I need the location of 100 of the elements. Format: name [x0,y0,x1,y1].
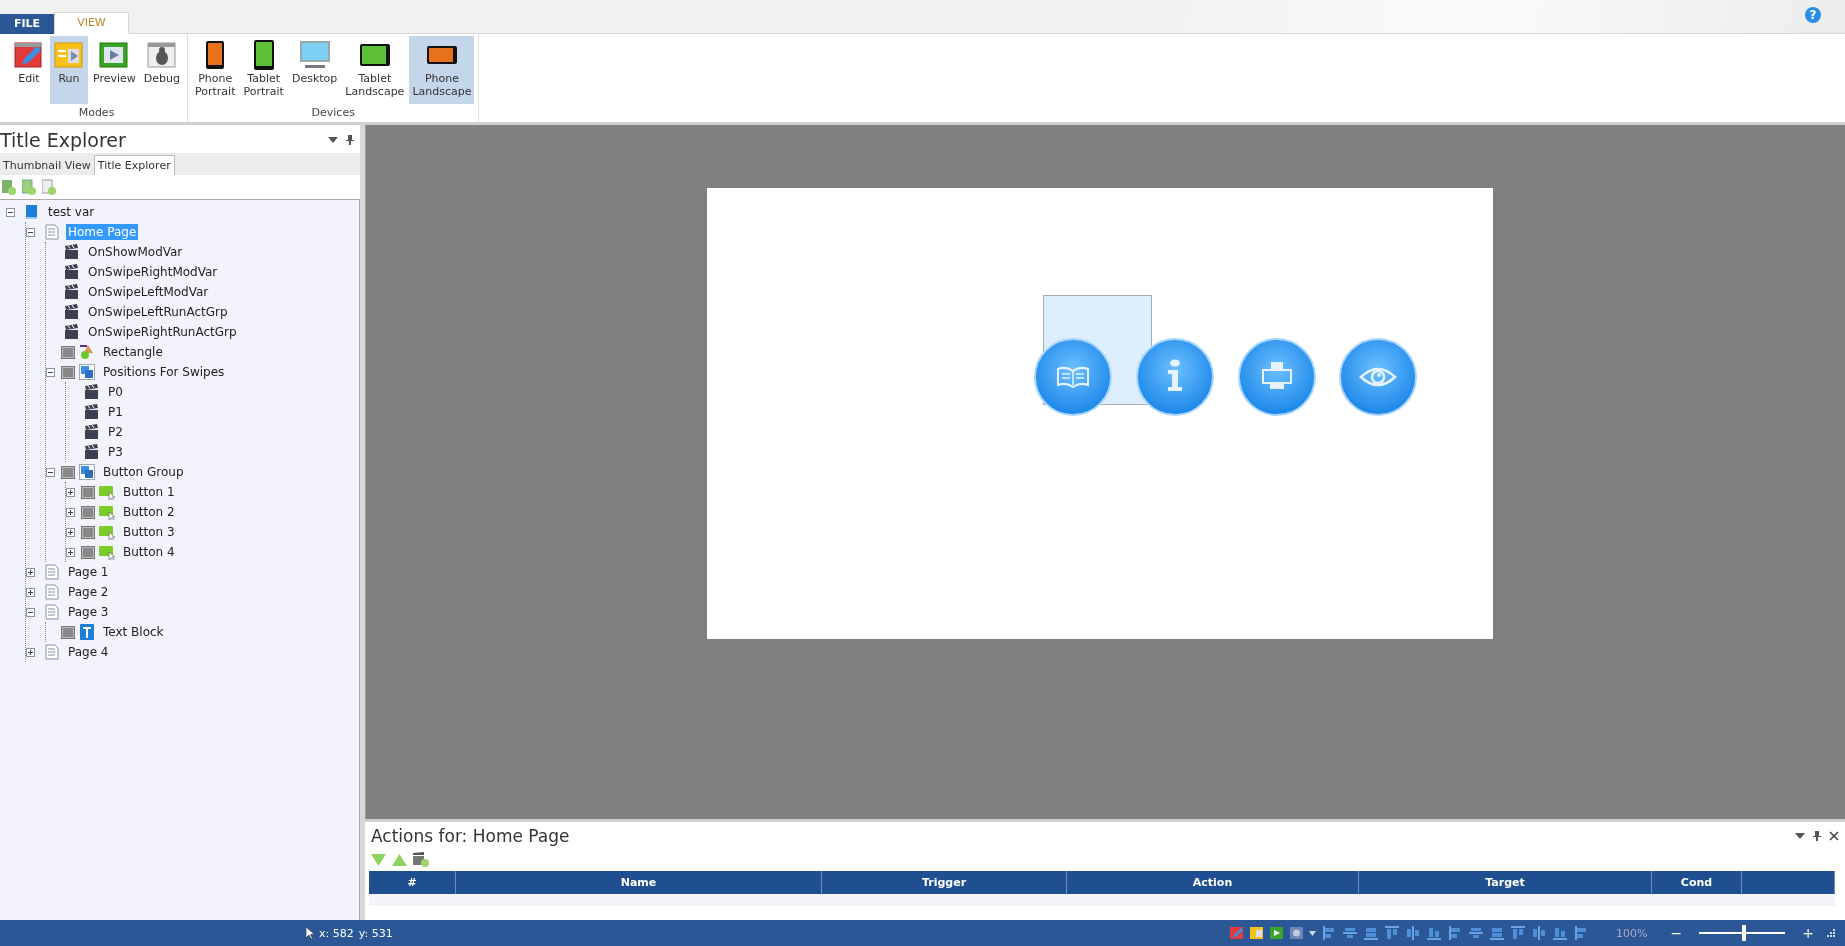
tree-item[interactable]: Button 4 [121,544,177,560]
info-button[interactable] [1135,337,1215,417]
align-icon[interactable] [1342,925,1359,941]
book-button[interactable] [1033,337,1113,417]
collapse-icon[interactable] [6,207,15,217]
tree-item[interactable]: P3 [106,444,125,460]
clapperboard-icon [84,444,100,460]
tree-item[interactable]: test var [46,204,97,220]
visibility-toggle[interactable] [62,626,74,638]
collapse-icon[interactable] [46,367,55,377]
expand-icon[interactable] [26,647,35,657]
run-icon[interactable] [1249,925,1265,941]
tree-item[interactable]: Page 4 [66,644,111,660]
text-block-icon [79,624,95,640]
tree-item[interactable]: OnSwipeRightRunActGrp [86,324,239,340]
edit-icon [14,41,44,69]
panel-tab[interactable]: Thumbnail View [0,156,94,175]
pin-icon[interactable] [1813,831,1821,841]
expand-icon[interactable] [66,487,75,497]
collapse-icon[interactable] [46,467,55,477]
clapperboard-icon [64,244,80,260]
visibility-toggle[interactable] [62,346,74,358]
align-icon[interactable] [1426,925,1443,941]
align-icon[interactable] [1510,925,1527,941]
ribbon-button[interactable]: Tablet Landscape [342,36,408,104]
pin-icon[interactable] [346,135,354,145]
eye-button[interactable] [1338,337,1418,417]
add-page-icon[interactable] [22,179,36,195]
panel-title: Title Explorer [0,129,126,151]
dropdown-icon[interactable] [1795,833,1805,839]
tree-item[interactable]: OnSwipeRightModVar [86,264,220,280]
move-up-icon[interactable] [392,852,407,867]
tree-item[interactable]: Button 1 [121,484,177,500]
close-icon[interactable] [1829,831,1839,841]
tree-item[interactable]: P2 [106,424,125,440]
tree-item[interactable]: P0 [106,384,125,400]
tree-item[interactable]: Button 3 [121,524,177,540]
tree-item[interactable]: P1 [106,404,125,420]
ribbon-button[interactable]: Tablet Portrait [240,36,287,104]
tree-item[interactable]: Page 3 [66,604,111,620]
play-icon[interactable] [1269,925,1285,941]
ribbon-tab[interactable]: FILE [0,14,55,34]
tree-item[interactable]: OnShowModVar [86,244,185,260]
run-icon [54,41,84,69]
add-page-icon[interactable] [2,179,16,195]
expand-icon[interactable] [26,587,35,597]
tree-item[interactable]: Button Group [101,464,186,480]
tablet-icon [252,39,275,71]
button-cursor-icon [99,544,115,560]
tree-item[interactable]: OnSwipeLeftRunActGrp [86,304,230,320]
ribbon-button[interactable]: Desktop [288,36,341,104]
caret-icon[interactable] [1309,930,1317,936]
visibility-toggle[interactable] [82,486,94,498]
ribbon-button[interactable]: Phone Landscape [409,36,475,104]
device-icon[interactable] [1289,925,1305,941]
resize-grip-icon[interactable] [1827,929,1835,937]
add-page-icon[interactable] [42,179,56,195]
expand-icon[interactable] [66,527,75,537]
align-icon[interactable] [1384,925,1401,941]
visibility-toggle[interactable] [62,366,74,378]
panel-tab[interactable]: Title Explorer [93,155,175,175]
ribbon-button[interactable]: Edit [10,36,48,104]
ribbon-button[interactable]: Run [50,36,88,104]
move-down-icon[interactable] [371,852,386,867]
align-icon[interactable] [1531,925,1548,941]
zoom-out-button[interactable]: − [1670,925,1683,941]
tree-item[interactable]: Text Block [101,624,166,640]
zoom-in-button[interactable]: + [1802,925,1814,941]
group-label: Modes [77,105,116,121]
tree-item[interactable]: Page 2 [66,584,111,600]
tree-item[interactable]: OnSwipeLeftModVar [86,284,211,300]
dropdown-icon[interactable] [328,137,338,143]
align-icon[interactable] [1405,925,1422,941]
visibility-toggle[interactable] [82,526,94,538]
visibility-toggle[interactable] [82,506,94,518]
tree-item[interactable]: Page 1 [66,564,111,580]
clapperboard-icon [64,304,80,320]
tree-item[interactable]: Rectangle [101,344,165,360]
align-icon[interactable] [1489,925,1506,941]
tree-item[interactable]: Positions For Swipes [101,364,227,380]
ribbon-button[interactable]: Preview [90,36,139,104]
collapse-icon[interactable] [26,227,35,237]
ribbon-button[interactable]: Debug [140,36,183,104]
document-icon [44,604,60,620]
visibility-toggle[interactable] [82,546,94,558]
visibility-toggle[interactable] [62,466,74,478]
align-icon[interactable] [1552,925,1569,941]
add-action-icon[interactable] [413,852,429,867]
align-icon[interactable] [1468,925,1485,941]
clapperboard-icon [84,424,100,440]
tree-item[interactable]: Button 2 [121,504,177,520]
align-icon[interactable] [1363,925,1380,941]
slider-thumb[interactable] [1742,925,1746,941]
expand-icon[interactable] [66,547,75,557]
expand-icon[interactable] [26,567,35,577]
expand-icon[interactable] [66,507,75,517]
ribbon-button[interactable]: Phone Portrait [192,36,239,104]
collapse-icon[interactable] [26,607,35,617]
panel-title: Actions for: Home Page [370,826,570,846]
printer-button[interactable] [1237,337,1317,417]
